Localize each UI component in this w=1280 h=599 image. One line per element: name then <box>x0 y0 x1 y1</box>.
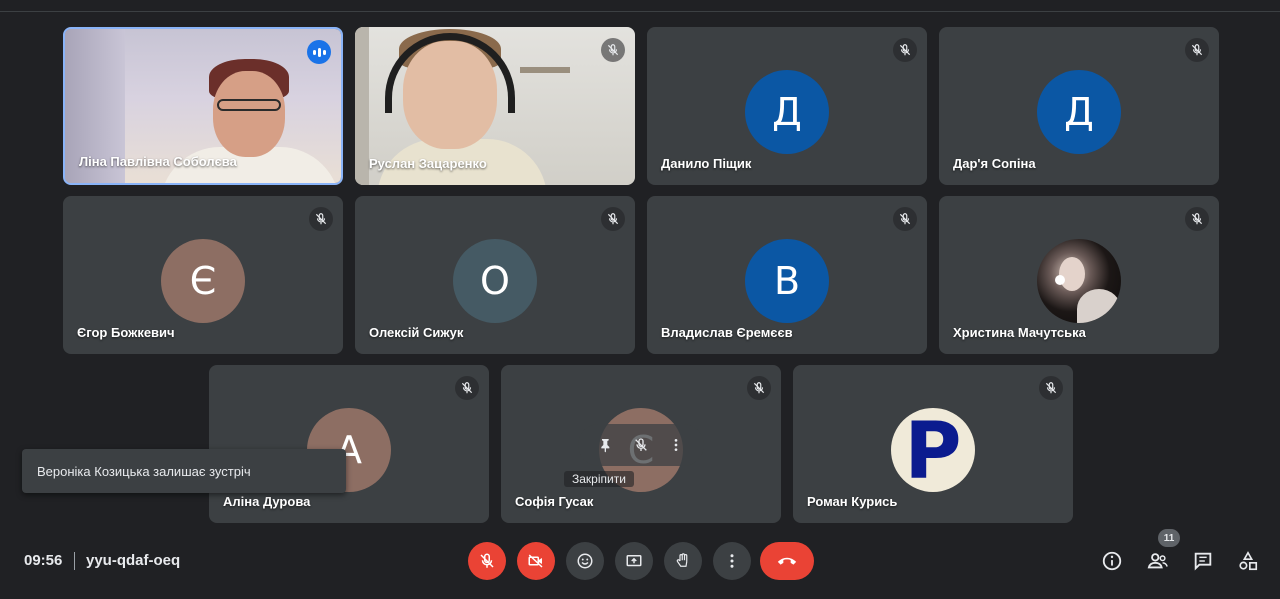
leave-notification: Вероніка Козицька залишає зустріч <box>22 449 346 493</box>
raise-hand-icon <box>676 553 688 567</box>
tile-hover-controls <box>578 424 704 466</box>
mic-off-icon[interactable] <box>627 431 655 459</box>
participant-name: Аліна Дурова <box>223 494 311 509</box>
more-vert-icon[interactable] <box>662 431 690 459</box>
avatar: В <box>745 239 829 323</box>
meeting-details-button[interactable] <box>1097 546 1127 576</box>
participant-name: Данило Піщик <box>661 156 752 171</box>
participant-name: Руслан Зацаренко <box>369 156 487 171</box>
pin-tooltip: Закріпити <box>564 471 634 487</box>
toggle-mic-button[interactable] <box>468 542 506 580</box>
pin-icon[interactable] <box>592 431 620 459</box>
meeting-code: yyu-qdaf-oeq <box>86 552 181 569</box>
mic-off-icon <box>455 376 479 400</box>
camera-off-icon <box>528 554 543 568</box>
mic-off-icon <box>1039 376 1063 400</box>
participant-name: Владислав Єремєєв <box>661 325 793 340</box>
participant-tile[interactable]: О Олексій Сижук <box>355 196 635 354</box>
participant-tile[interactable]: Руслан Зацаренко <box>355 27 635 185</box>
participant-tile[interactable]: Д Дар'я Сопіна <box>939 27 1219 185</box>
participant-tile[interactable]: В Владислав Єремєєв <box>647 196 927 354</box>
avatar: Є <box>161 239 245 323</box>
top-strip <box>0 0 1280 12</box>
mic-off-icon <box>1185 38 1209 62</box>
participant-name: Єгор Божкевич <box>77 325 175 340</box>
present-icon <box>626 555 642 567</box>
chat-icon <box>1194 552 1212 571</box>
participant-name: Роман Курись <box>807 494 898 509</box>
chat-button[interactable] <box>1188 546 1218 576</box>
more-vert-icon <box>730 554 734 568</box>
activities-button[interactable] <box>1233 546 1263 576</box>
participant-tile[interactable]: А Аліна Дурова <box>209 365 489 523</box>
mic-off-icon <box>893 38 917 62</box>
more-options-button[interactable] <box>713 542 751 580</box>
notification-text: Вероніка Козицька залишає зустріч <box>37 463 251 479</box>
mic-off-icon <box>601 38 625 62</box>
participant-tile[interactable]: Христина Мачутська <box>939 196 1219 354</box>
participant-tile[interactable]: Д Данило Піщик <box>647 27 927 185</box>
present-button[interactable] <box>615 542 653 580</box>
participant-name: Софія Гусак <box>515 494 594 509</box>
participants-count-badge: 11 <box>1158 529 1180 547</box>
participant-name: Олексій Сижук <box>369 325 464 340</box>
participant-name: Христина Мачутська <box>953 325 1086 340</box>
participant-tile[interactable]: Є Єгор Божкевич <box>63 196 343 354</box>
mic-off-icon <box>747 376 771 400</box>
avatar: О <box>453 239 537 323</box>
meeting-time: 09:56 <box>24 552 63 569</box>
participant-tile[interactable]: Ліна Павлівна Соболєва <box>63 27 343 185</box>
emoji-button[interactable] <box>566 542 604 580</box>
people-button[interactable] <box>1143 546 1173 576</box>
mic-off-icon <box>893 207 917 231</box>
speaking-indicator-icon <box>307 40 331 64</box>
avatar: Д <box>745 70 829 154</box>
leave-call-button[interactable] <box>760 542 814 580</box>
raise-hand-button[interactable] <box>664 542 702 580</box>
mic-off-icon <box>601 207 625 231</box>
participant-name: Дар'я Сопіна <box>953 156 1036 171</box>
toggle-camera-button[interactable] <box>517 542 555 580</box>
bottom-toolbar: 09:56 yyu-qdaf-oeq <box>0 530 1280 599</box>
people-icon <box>1147 553 1168 569</box>
mic-off-icon <box>309 207 333 231</box>
participant-tile[interactable]: P Роман Курись <box>793 365 1073 523</box>
activities-icon <box>1239 551 1258 571</box>
call-end-icon <box>777 557 797 565</box>
mic-off-icon <box>480 553 494 568</box>
participant-name: Ліна Павлівна Соболєва <box>79 154 237 169</box>
avatar: P <box>891 408 975 492</box>
mic-off-icon <box>1185 207 1209 231</box>
info-icon <box>1102 551 1122 571</box>
avatar-photo <box>1037 239 1121 323</box>
avatar: Д <box>1037 70 1121 154</box>
emoji-icon <box>577 553 593 569</box>
divider <box>74 552 75 570</box>
